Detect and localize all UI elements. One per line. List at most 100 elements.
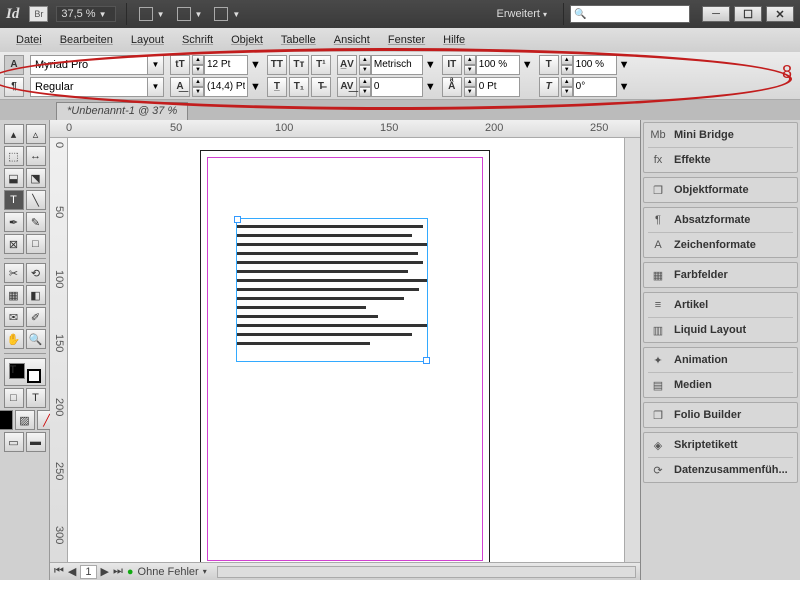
minimize-button[interactable]: ─: [702, 6, 730, 22]
sk-up[interactable]: ▲: [561, 77, 573, 87]
font-style-dropdown[interactable]: ▼: [148, 77, 164, 97]
hs-dd[interactable]: ▼: [619, 59, 630, 71]
menu-tabelle[interactable]: Tabelle: [273, 30, 324, 50]
page-nav-prev2[interactable]: ⏮: [54, 565, 64, 578]
lead-dd[interactable]: ▼: [250, 81, 261, 93]
horizontal-ruler[interactable]: 050100150200250: [50, 120, 640, 138]
line-tool[interactable]: ╲: [26, 190, 46, 210]
view-mode-preview[interactable]: ▬: [26, 432, 46, 452]
panel-effekte[interactable]: fxEffekte: [644, 148, 797, 172]
content-collector[interactable]: ⬓: [4, 168, 24, 188]
allcaps-button[interactable]: TT: [267, 55, 287, 75]
char-format-mode[interactable]: A: [4, 55, 24, 75]
direct-select-tool[interactable]: ▵: [26, 124, 46, 144]
arrange-dropdown[interactable]: ▼: [208, 5, 246, 23]
kerning-field[interactable]: [371, 55, 423, 75]
menu-hilfe[interactable]: Hilfe: [435, 30, 473, 50]
font-family-dropdown[interactable]: ▼: [148, 55, 164, 75]
leading-field[interactable]: [204, 77, 248, 97]
sk-down[interactable]: ▼: [561, 87, 573, 97]
scissors-tool[interactable]: ✂: [4, 263, 24, 283]
skew-field[interactable]: [573, 77, 617, 97]
format-text[interactable]: T: [26, 388, 46, 408]
page-nav-prev[interactable]: ◀: [68, 565, 76, 578]
smallcaps-button[interactable]: Tᴛ: [289, 55, 309, 75]
note-tool[interactable]: ✉: [4, 307, 24, 327]
apply-gradient[interactable]: ▨: [15, 410, 35, 430]
kern-up[interactable]: ▲: [359, 55, 371, 65]
panel-farbfelder[interactable]: ▦Farbfelder: [644, 263, 797, 287]
vs-down[interactable]: ▼: [464, 65, 476, 75]
vs-dd[interactable]: ▼: [522, 59, 533, 71]
zoom-tool[interactable]: 🔍: [26, 329, 46, 349]
panel-liquid-layout[interactable]: ▥Liquid Layout: [644, 318, 797, 342]
strike-button[interactable]: T̶: [311, 77, 331, 97]
panel-objektformate[interactable]: ❐Objektformate: [644, 178, 797, 202]
hand-tool[interactable]: ✋: [4, 329, 24, 349]
size-dd[interactable]: ▼: [250, 59, 261, 71]
hscale-field[interactable]: [573, 55, 617, 75]
track-down[interactable]: ▼: [359, 87, 371, 97]
menu-bearbeiten[interactable]: Bearbeiten: [52, 30, 121, 50]
page-tool[interactable]: ⬚: [4, 146, 24, 166]
gradient-feather-tool[interactable]: ◧: [26, 285, 46, 305]
hs-up[interactable]: ▲: [561, 55, 573, 65]
menu-ansicht[interactable]: Ansicht: [326, 30, 378, 50]
panel-datenzusammenf-h-[interactable]: ⟳Datenzusammenfüh...: [644, 458, 797, 482]
underline-button[interactable]: T̲: [267, 77, 287, 97]
track-up[interactable]: ▲: [359, 77, 371, 87]
subscript-button[interactable]: T₁: [289, 77, 309, 97]
document-tab[interactable]: *Unbenannt-1 @ 37 %: [56, 102, 188, 120]
type-tool[interactable]: T: [4, 190, 24, 210]
panel-folio-builder[interactable]: ❐Folio Builder: [644, 403, 797, 427]
fill-stroke-proxy[interactable]: T: [4, 358, 46, 386]
panel-skriptetikett[interactable]: ◈Skriptetikett: [644, 433, 797, 457]
page-nav-next[interactable]: ▶: [101, 565, 109, 578]
apply-color[interactable]: [0, 410, 13, 430]
preflight-status[interactable]: Ohne Fehler: [138, 566, 199, 578]
document-canvas[interactable]: [68, 138, 624, 562]
menu-fenster[interactable]: Fenster: [380, 30, 433, 50]
menu-schrift[interactable]: Schrift: [174, 30, 221, 50]
panel-artikel[interactable]: ≡Artikel: [644, 293, 797, 317]
lead-down[interactable]: ▼: [192, 87, 204, 97]
vscale-field[interactable]: [476, 55, 520, 75]
kern-dd[interactable]: ▼: [425, 59, 436, 71]
font-family-field[interactable]: [30, 55, 148, 75]
screen-mode-dropdown[interactable]: ▼: [171, 5, 209, 23]
format-container[interactable]: □: [4, 388, 24, 408]
rect-frame-tool[interactable]: ⊠: [4, 234, 24, 254]
panel-medien[interactable]: ▤Medien: [644, 373, 797, 397]
bs-up[interactable]: ▲: [464, 77, 476, 87]
bs-down[interactable]: ▼: [464, 87, 476, 97]
vertical-ruler[interactable]: 050100150200250300: [50, 138, 68, 562]
sk-dd[interactable]: ▼: [619, 81, 630, 93]
hs-down[interactable]: ▼: [561, 65, 573, 75]
font-size-field[interactable]: [204, 55, 248, 75]
horizontal-scrollbar[interactable]: [217, 566, 636, 578]
bridge-button[interactable]: Br: [29, 6, 48, 22]
lead-up[interactable]: ▲: [192, 77, 204, 87]
track-dd[interactable]: ▼: [425, 81, 436, 93]
pencil-tool[interactable]: ✎: [26, 212, 46, 232]
maximize-button[interactable]: ☐: [734, 6, 762, 22]
eyedropper-tool[interactable]: ✐: [26, 307, 46, 327]
rect-tool[interactable]: □: [26, 234, 46, 254]
text-frame[interactable]: [236, 218, 428, 362]
superscript-button[interactable]: T¹: [311, 55, 331, 75]
panel-animation[interactable]: ✦Animation: [644, 348, 797, 372]
view-mode-dropdown[interactable]: ▼: [133, 5, 171, 23]
size-up[interactable]: ▲: [192, 55, 204, 65]
tracking-field[interactable]: [371, 77, 423, 97]
kern-down[interactable]: ▼: [359, 65, 371, 75]
search-field[interactable]: 🔍: [570, 5, 690, 23]
gradient-swatch-tool[interactable]: ▦: [4, 285, 24, 305]
gap-tool[interactable]: ↔: [26, 146, 46, 166]
size-down[interactable]: ▼: [192, 65, 204, 75]
font-style-field[interactable]: [30, 77, 148, 97]
workspace-switcher[interactable]: Erweitert ▾: [487, 6, 557, 22]
selection-tool[interactable]: ▴: [4, 124, 24, 144]
menu-datei[interactable]: Datei: [8, 30, 50, 50]
page-number-field[interactable]: 1: [80, 565, 96, 579]
zoom-level-dropdown[interactable]: 37,5 % ▼: [56, 6, 115, 22]
